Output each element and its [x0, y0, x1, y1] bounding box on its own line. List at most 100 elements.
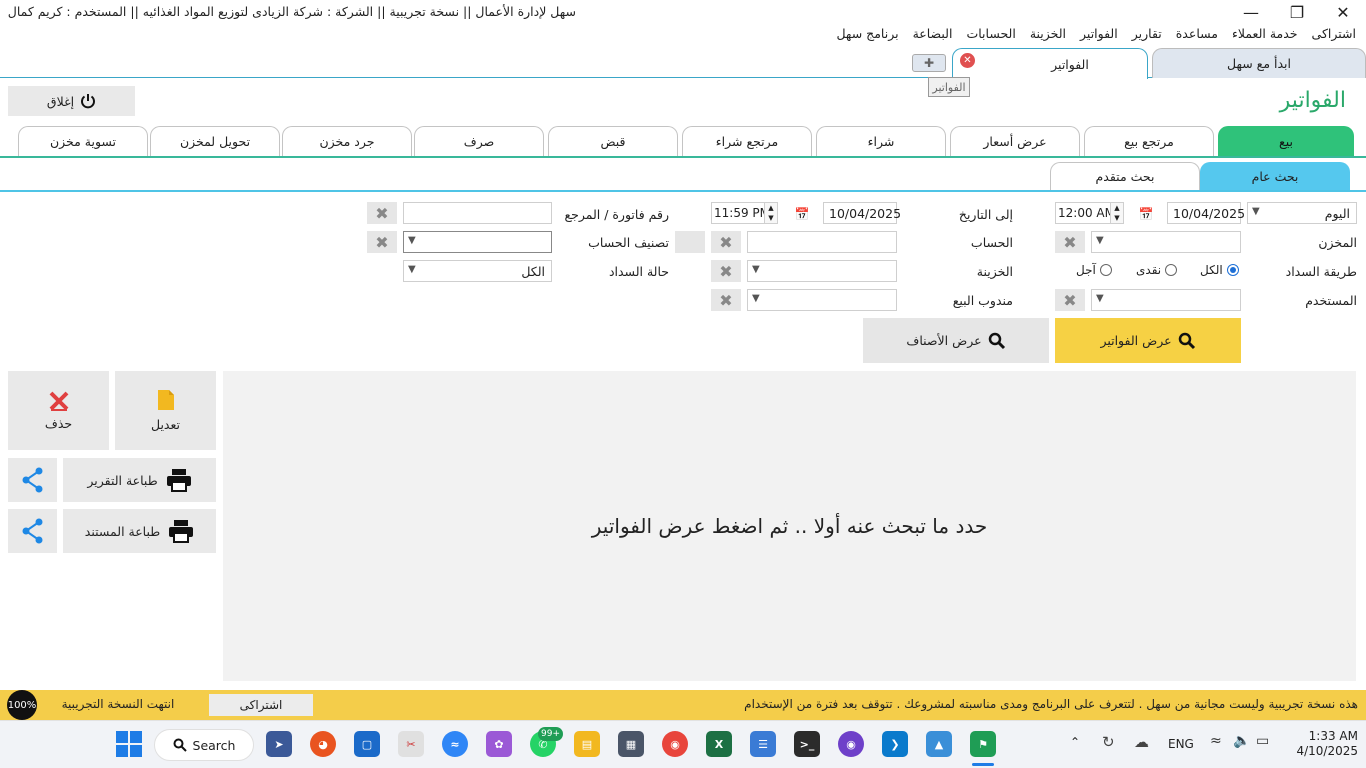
plus-icon: ✚	[923, 56, 935, 70]
sales-rep-select[interactable]: ▼	[747, 289, 897, 311]
payment-credit-option[interactable]: آجل	[1076, 263, 1112, 277]
print-report-label: طباعة التقرير	[87, 472, 158, 488]
restore-icon[interactable]: ❐	[1274, 0, 1320, 24]
cloud-icon[interactable]: ☁	[1134, 733, 1149, 751]
tab-sale-return[interactable]: مرتجع بيع	[1084, 126, 1214, 156]
clear-invoice-ref-icon[interactable]: ✖	[367, 202, 397, 224]
tab-invoices-label: الفواتير	[1051, 56, 1089, 72]
menu-item-reports[interactable]: تقارير	[1132, 26, 1162, 41]
tab-transfer[interactable]: تحويل لمخزن	[150, 126, 280, 156]
ubuntu-icon[interactable]: ◕	[310, 731, 336, 757]
print-report-button[interactable]: طباعة التقرير	[63, 458, 216, 502]
treasury-select[interactable]: ▼	[747, 260, 897, 282]
add-tab-button[interactable]: ✚	[912, 54, 946, 72]
payment-all-option[interactable]: الكل	[1200, 263, 1239, 277]
whatsapp-badge: 99+	[538, 727, 563, 741]
minimize-icon[interactable]: —	[1228, 0, 1274, 24]
menu-item-treasury[interactable]: الخزينة	[1030, 26, 1066, 41]
radio-unselected	[1165, 264, 1178, 276]
tab-quotation[interactable]: عرض أسعار	[950, 126, 1080, 156]
period-select[interactable]: ▼ اليوم	[1247, 202, 1357, 224]
menu-item-invoices[interactable]: الفواتير	[1080, 26, 1118, 41]
subscribe-button[interactable]: اشتراكى	[209, 694, 313, 716]
close-tab-icon[interactable]: ✕	[960, 53, 975, 68]
tab-general-search[interactable]: بحث عام	[1200, 162, 1350, 190]
search-icon	[1178, 332, 1195, 349]
tab-stock-adjust[interactable]: تسوية مخزن	[18, 126, 148, 156]
show-items-button[interactable]: عرض الأصناف	[863, 318, 1049, 363]
photos-icon[interactable]: ▲	[926, 731, 952, 757]
file-explorer-icon[interactable]: ▤	[574, 731, 600, 757]
to-time-field[interactable]: 11:59 PM	[711, 202, 765, 224]
from-time-field[interactable]: 12:00 AM	[1055, 202, 1111, 224]
terminal-icon[interactable]: >_	[794, 731, 820, 757]
delete-button[interactable]: حذف	[8, 371, 109, 450]
virtualbox-icon[interactable]: ▢	[354, 731, 380, 757]
volume-icon[interactable]: 🔈	[1233, 733, 1250, 749]
from-calendar-icon[interactable]: 📅	[1135, 204, 1157, 224]
wifi-icon[interactable]: ≈	[1210, 733, 1222, 749]
from-date-field[interactable]: 10/04/2025	[1167, 202, 1245, 224]
tab-home[interactable]: ابدأ مع سهل	[1152, 48, 1366, 78]
sahl-app-icon[interactable]: ⚑	[970, 731, 996, 757]
menu-item-subscription[interactable]: اشتراكى	[1312, 26, 1356, 41]
remote-app-icon[interactable]: ➤	[266, 731, 292, 757]
account-class-select[interactable]: ▼	[403, 231, 552, 253]
chrome-icon[interactable]: ◉	[662, 731, 688, 757]
close-button[interactable]: إغلاق	[8, 86, 135, 116]
edit-button[interactable]: تعديل	[115, 371, 216, 450]
tab-purchase-return[interactable]: مرتجع شراء	[682, 126, 812, 156]
clear-user-icon[interactable]: ✖	[1055, 289, 1085, 311]
tab-stock-count[interactable]: جرد مخزن	[282, 126, 412, 156]
store-select[interactable]: ▼	[1091, 231, 1241, 253]
calculator-icon[interactable]: ▦	[618, 731, 644, 757]
tab-invoices[interactable]: الفواتير	[952, 48, 1148, 79]
clear-treasury-icon[interactable]: ✖	[711, 260, 741, 282]
from-time-spinner[interactable]: ▲ ▼	[1110, 202, 1124, 224]
close-icon[interactable]: ✕	[1320, 0, 1366, 24]
tab-advanced-search[interactable]: بحث متقدم	[1050, 162, 1200, 190]
excel-icon[interactable]: X	[706, 731, 732, 757]
clear-sales-rep-icon[interactable]: ✖	[711, 289, 741, 311]
github-icon[interactable]: ◉	[838, 731, 864, 757]
snipping-tool-icon[interactable]: ✂	[398, 731, 424, 757]
payment-cash-option[interactable]: نقدى	[1136, 263, 1178, 277]
title-bar: سهل لإدارة الأعمال || نسخة تجريبية || ال…	[0, 0, 1366, 24]
menu-item-goods[interactable]: البضاعة	[913, 26, 953, 41]
to-time-spinner[interactable]: ▲ ▼	[764, 202, 778, 224]
sync-icon[interactable]: ↻	[1102, 733, 1115, 751]
language-indicator[interactable]: ENG	[1168, 737, 1194, 751]
menu-item-help[interactable]: مساعدة	[1176, 26, 1218, 41]
windows-start-icon[interactable]	[116, 731, 142, 757]
menu-item-customer-service[interactable]: خدمة العملاء	[1232, 26, 1298, 41]
menu-item-sahl[interactable]: برنامج سهل	[836, 26, 898, 41]
battery-icon[interactable]: ▭	[1256, 733, 1269, 749]
account-input[interactable]	[747, 231, 897, 253]
taskbar-search[interactable]: Search	[154, 729, 254, 761]
tab-receipt[interactable]: قبض	[548, 126, 678, 156]
share-document-button[interactable]	[8, 509, 57, 553]
tab-purchase[interactable]: شراء	[816, 126, 946, 156]
chevron-up-icon[interactable]: ⌃	[1070, 735, 1080, 749]
clock[interactable]: 1:33 AM 4/10/2025	[1288, 729, 1358, 759]
trial-ended-label: انتهت النسخة التجريبية	[61, 697, 175, 711]
to-calendar-icon[interactable]: 📅	[791, 204, 813, 224]
user-select[interactable]: ▼	[1091, 289, 1241, 311]
print-document-button[interactable]: طباعة المستند	[63, 509, 216, 553]
show-invoices-button[interactable]: عرض الفواتير	[1055, 318, 1241, 363]
clear-store-icon[interactable]: ✖	[1055, 231, 1085, 253]
menu-item-accounts[interactable]: الحسابات	[966, 26, 1015, 41]
tab-sale[interactable]: بيع	[1218, 126, 1354, 156]
edit-label: تعديل	[150, 417, 181, 432]
vscode-icon[interactable]: ❯	[882, 731, 908, 757]
share-report-button[interactable]	[8, 458, 57, 502]
clear-account-class-icon[interactable]: ✖	[367, 231, 397, 253]
to-date-field[interactable]: 10/04/2025	[823, 202, 901, 224]
notepad-icon[interactable]: ☰	[750, 731, 776, 757]
messenger-icon[interactable]: ≈	[442, 731, 468, 757]
clear-account-icon[interactable]: ✖	[711, 231, 741, 253]
invoice-ref-input[interactable]	[403, 202, 552, 224]
copilot-icon[interactable]: ✿	[486, 731, 512, 757]
payment-status-select[interactable]: ▼ الكل	[403, 260, 552, 282]
tab-payment[interactable]: صرف	[414, 126, 544, 156]
